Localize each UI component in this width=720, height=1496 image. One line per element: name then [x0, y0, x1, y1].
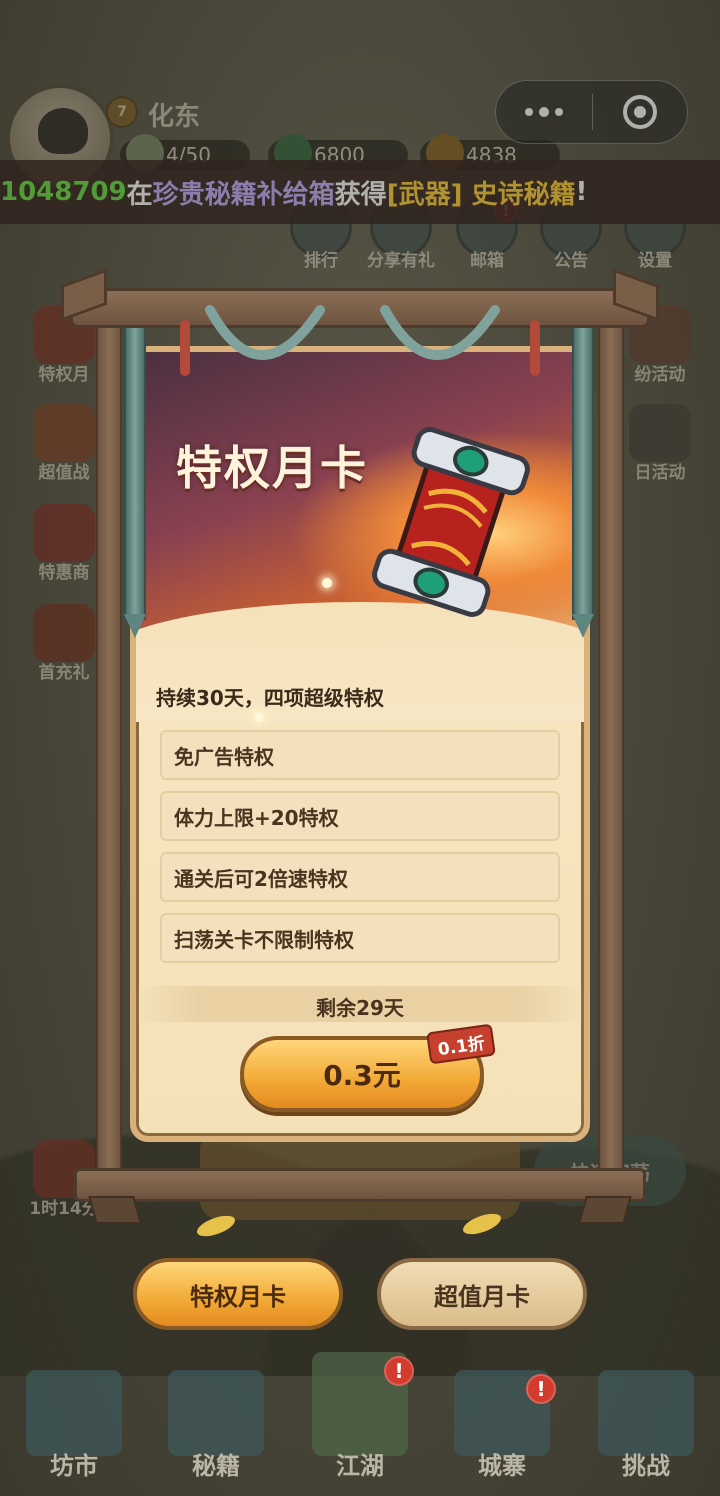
- nav-market[interactable]: 坊市: [14, 1370, 134, 1490]
- market-icon: [26, 1370, 122, 1456]
- remaining-days: 剩余29天: [316, 996, 404, 1020]
- sparkle-decoration: [322, 578, 332, 588]
- sparkle-decoration: [254, 712, 264, 722]
- card-title: 特权月卡: [176, 441, 368, 495]
- card-subtitle: 持续30天，四项超级特权: [156, 686, 384, 710]
- nav-label: 城寨: [478, 1452, 526, 1480]
- nav-fortress[interactable]: ! 城寨: [442, 1370, 562, 1490]
- privilege-item: 免广告特权: [160, 730, 560, 780]
- frame-pillar-left: [96, 320, 122, 1200]
- tab-value-card[interactable]: 超值月卡: [377, 1258, 587, 1330]
- tab-privilege-card[interactable]: 特权月卡: [133, 1258, 343, 1330]
- privilege-card-panel: 特权月卡 持续30天，四项超级特权 免广告特权 体力上限+20特权 通关后可2倍…: [130, 346, 590, 1142]
- nav-label: 秘籍: [192, 1452, 240, 1480]
- nav-label: 江湖: [336, 1452, 384, 1480]
- jade-rope-decoration: [180, 305, 540, 376]
- alert-badge: !: [526, 1374, 556, 1404]
- privilege-item: 扫荡关卡不限制特权: [160, 913, 560, 963]
- swords-icon: [598, 1370, 694, 1456]
- privilege-item: 通关后可2倍速特权: [160, 852, 560, 902]
- frame-base: [74, 1168, 646, 1202]
- discount-tag: 0.1折: [426, 1023, 496, 1065]
- scroll-token-icon: [372, 427, 530, 617]
- book-icon: [168, 1370, 264, 1456]
- hanging-banner-right: [572, 290, 594, 620]
- nav-challenge[interactable]: 挑战: [586, 1370, 706, 1490]
- nav-label: 坊市: [50, 1452, 98, 1480]
- alert-badge: !: [384, 1356, 414, 1386]
- privilege-item: 体力上限+20特权: [160, 791, 560, 841]
- nav-book[interactable]: 秘籍: [156, 1370, 276, 1490]
- hanging-banner-left: [124, 290, 146, 620]
- nav-label: 挑战: [622, 1452, 670, 1480]
- frame-foot-right: [578, 1196, 632, 1224]
- frame-foot-left: [88, 1196, 142, 1224]
- frame-pillar-right: [598, 320, 624, 1200]
- nav-jianghu[interactable]: ! 江湖: [300, 1352, 420, 1480]
